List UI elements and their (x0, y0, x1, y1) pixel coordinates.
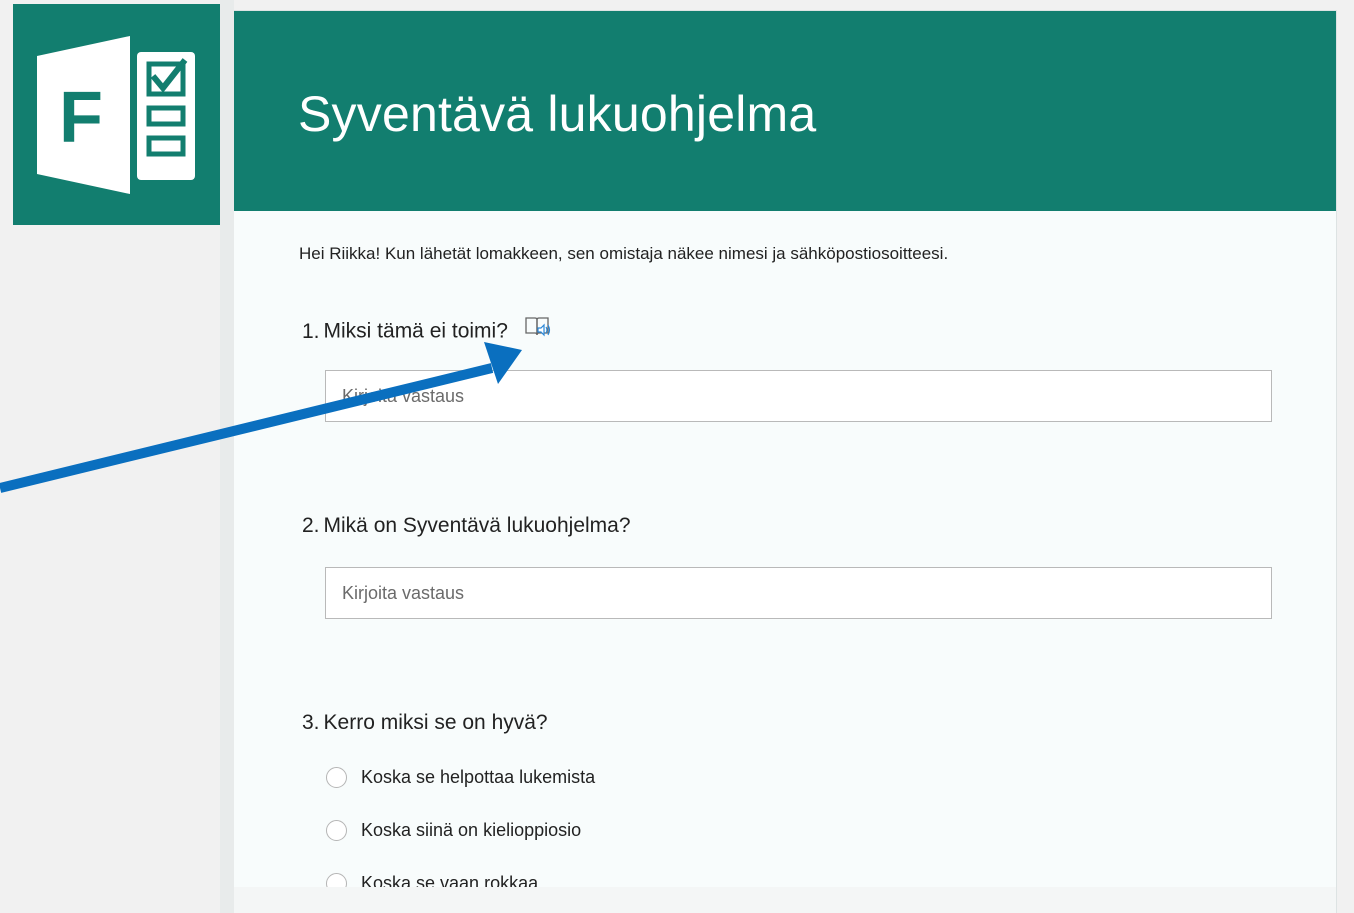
identity-notice: Hei Riikka! Kun lähetät lomakkeen, sen o… (299, 244, 949, 263)
question-2: 2. Mikä on Syventävä lukuohjelma? (302, 514, 631, 538)
form-header: Syventävä lukuohjelma (234, 11, 1336, 211)
question-number: 1. (302, 319, 320, 343)
answer-input-2[interactable] (325, 567, 1272, 619)
immersive-reader-icon[interactable] (524, 315, 552, 345)
question-text: Kerro miksi se on hyvä? (323, 711, 548, 734)
form-title: Syventävä lukuohjelma (298, 86, 817, 142)
option-label: Koska se helpottaa lukemista (361, 767, 596, 787)
form-card: Syventävä lukuohjelma Hei Riikka! Kun lä… (234, 10, 1337, 913)
side-strip (220, 0, 234, 913)
card-bottom-shade (234, 887, 1336, 913)
question-3: 3. Kerro miksi se on hyvä? (302, 711, 548, 735)
answer-input-1[interactable] (325, 370, 1272, 422)
forms-logo: F (13, 4, 220, 225)
forms-logo-icon: F (37, 36, 195, 194)
radio-button[interactable] (326, 767, 347, 788)
logo-letter: F (59, 78, 103, 158)
question-number: 3. (302, 711, 320, 734)
option-label: Koska siinä on kielioppiosio (361, 820, 582, 840)
radio-button[interactable] (326, 820, 347, 841)
question-number: 2. (302, 514, 320, 537)
question-text: Mikä on Syventävä lukuohjelma? (323, 514, 631, 537)
question-1: 1. Miksi tämä ei toimi? (302, 317, 552, 347)
question-text: Miksi tämä ei toimi? (323, 319, 508, 343)
radio-option-1[interactable]: Koska se helpottaa lukemista (326, 767, 595, 788)
radio-option-2[interactable]: Koska siinä on kielioppiosio (326, 820, 581, 841)
